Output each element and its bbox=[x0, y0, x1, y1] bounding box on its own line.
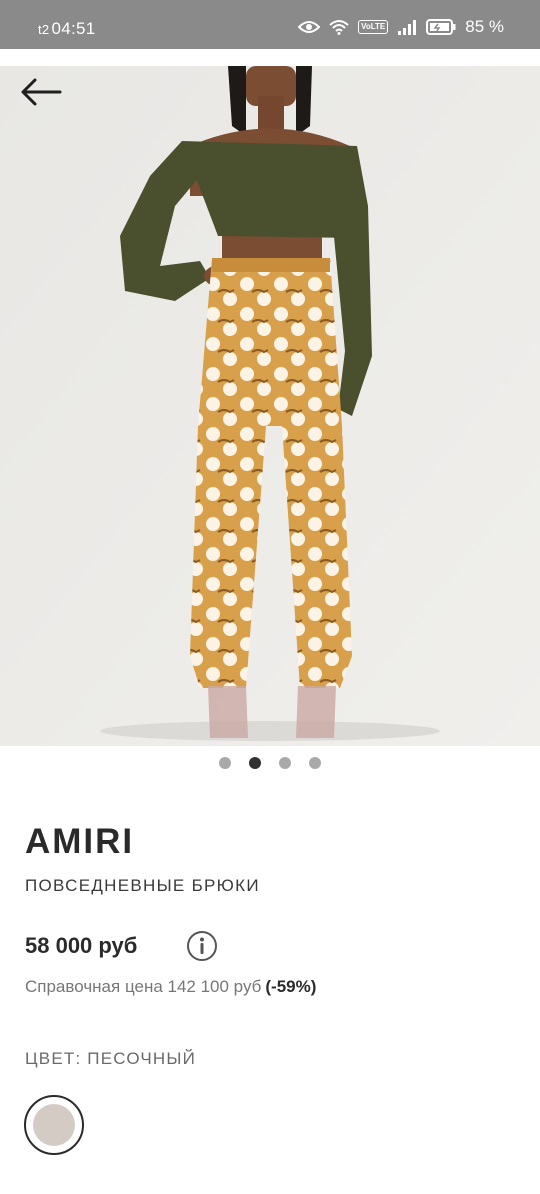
product-price: 58 000 руб bbox=[25, 933, 138, 958]
status-time-group: t2 04:51 bbox=[38, 19, 96, 39]
product-image[interactable] bbox=[0, 66, 540, 746]
status-gap bbox=[0, 49, 540, 66]
gallery-dot-4[interactable] bbox=[309, 757, 321, 769]
signal-icon bbox=[398, 19, 417, 35]
clock: 04:51 bbox=[51, 19, 96, 38]
price-info-button[interactable] bbox=[186, 930, 218, 962]
product-photo bbox=[0, 66, 540, 746]
wifi-icon bbox=[329, 20, 349, 35]
gallery-dot-2[interactable] bbox=[249, 757, 261, 769]
reference-price-text: Справочная цена 142 100 руб bbox=[25, 977, 262, 996]
eye-icon bbox=[298, 21, 321, 33]
color-swatch-fill bbox=[33, 1104, 75, 1146]
gallery-pagination bbox=[0, 757, 540, 769]
gallery-dot-3[interactable] bbox=[279, 757, 291, 769]
battery-percent: 85 % bbox=[465, 17, 504, 36]
carrier-label: t2 bbox=[38, 22, 50, 37]
status-icons: VoLTE 85 % bbox=[298, 17, 504, 37]
product-category: ПОВСЕДНЕВНЫЕ БРЮКИ bbox=[25, 876, 260, 895]
discount-badge: (-59%) bbox=[265, 977, 317, 996]
back-button[interactable] bbox=[18, 75, 64, 109]
color-swatch[interactable] bbox=[24, 1095, 84, 1155]
volte-badge: VoLTE bbox=[358, 20, 389, 34]
arrow-left-icon bbox=[21, 78, 62, 106]
brand-name: AMIRI bbox=[25, 822, 135, 861]
reference-price: Справочная цена 142 100 руб (-59%) bbox=[25, 977, 316, 997]
status-bar: t2 04:51 VoLTE 85 % bbox=[0, 0, 540, 49]
gallery-dot-1[interactable] bbox=[219, 757, 231, 769]
info-circle-icon bbox=[187, 931, 217, 961]
battery-icon bbox=[426, 19, 456, 35]
color-label: ЦВЕТ: ПЕСОЧНЫЙ bbox=[25, 1049, 197, 1068]
